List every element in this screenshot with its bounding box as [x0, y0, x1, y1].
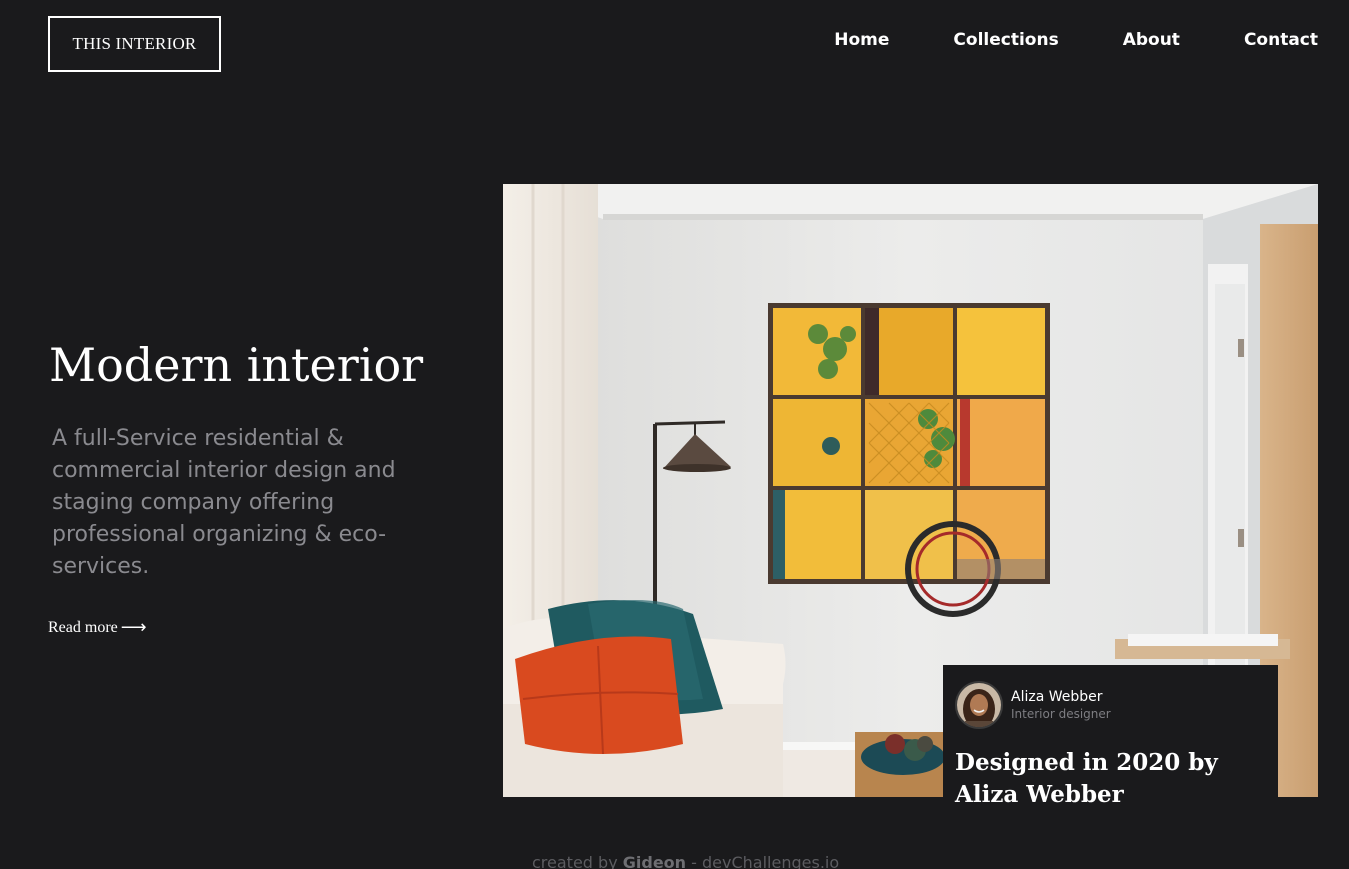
- arrow-right-icon: ⟶: [120, 617, 147, 638]
- designer-card: Aliza Webber Interior designer Designed …: [943, 665, 1278, 830]
- logo[interactable]: THIS INTERIOR: [48, 16, 221, 72]
- nav-home[interactable]: Home: [834, 30, 889, 50]
- avatar: [955, 681, 1003, 729]
- card-title: Designed in 2020 by Aliza Webber: [955, 749, 1218, 808]
- footer-author[interactable]: Gideon: [623, 853, 686, 869]
- hero-title: Modern interior: [49, 338, 424, 392]
- read-more-link[interactable]: Read more ⟶: [48, 617, 147, 638]
- footer: created by Gideon - devChallenges.io: [532, 853, 839, 869]
- nav-contact[interactable]: Contact: [1244, 30, 1318, 50]
- designer-name: Aliza Webber: [1011, 689, 1103, 705]
- main-nav: Home Collections About Contact: [834, 30, 1318, 50]
- nav-collections[interactable]: Collections: [953, 30, 1058, 50]
- designer-role: Interior designer: [1011, 707, 1111, 721]
- hero-description: A full-Service residential & commercial …: [52, 426, 396, 579]
- footer-suffix: - devChallenges.io: [691, 853, 840, 869]
- read-more-label: Read more: [48, 618, 118, 636]
- footer-prefix: created by: [532, 853, 618, 869]
- nav-about[interactable]: About: [1123, 30, 1180, 50]
